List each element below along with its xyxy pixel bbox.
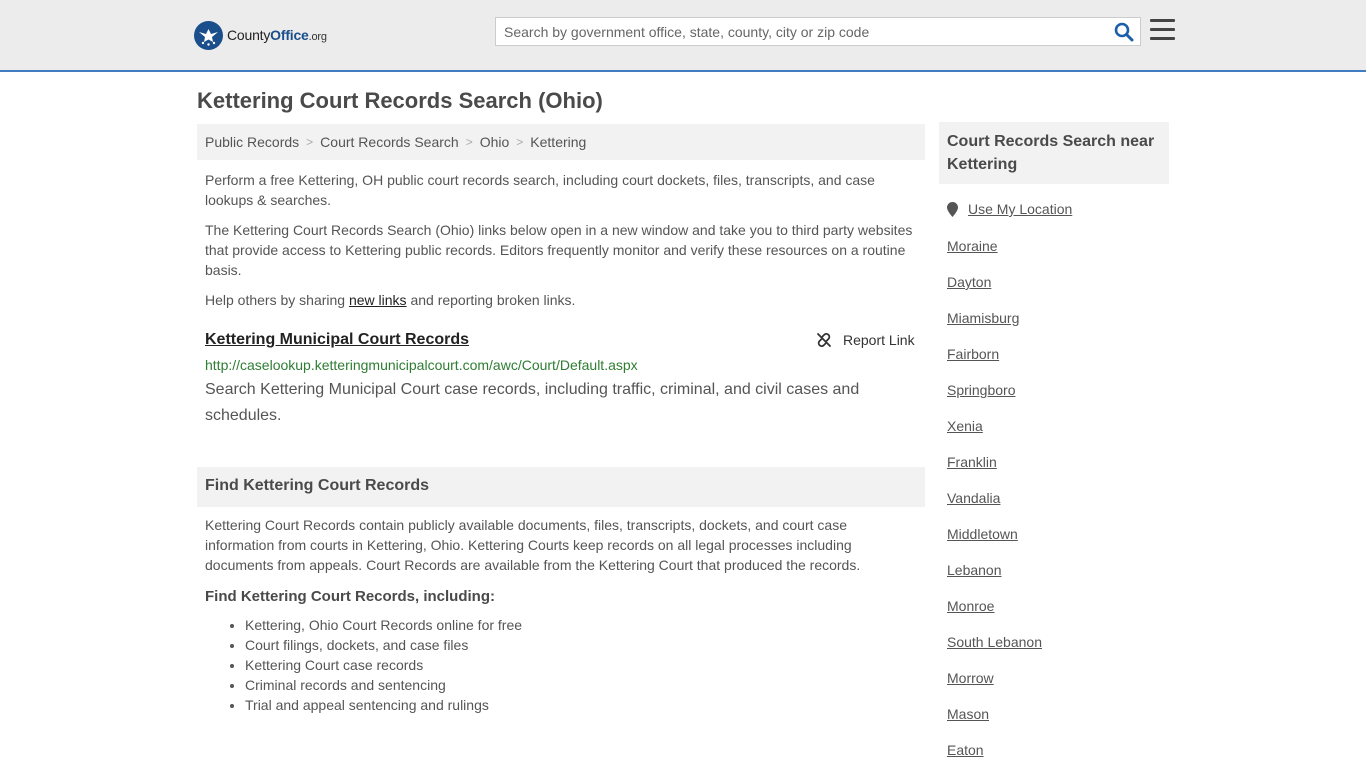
nearby-cities-list: Moraine Dayton Miamisburg Fairborn Sprin…: [947, 236, 1042, 768]
nearby-city-link[interactable]: Mason: [947, 706, 989, 722]
nearby-city-moraine: Moraine: [947, 236, 1042, 272]
report-link-label: Report Link: [843, 332, 915, 348]
nearby-city-morrow: Morrow: [947, 668, 1042, 704]
nearby-city-springboro: Springboro: [947, 380, 1042, 416]
help-text-after: and reporting broken links.: [406, 292, 576, 308]
breadcrumb-separator-icon: >: [306, 135, 314, 149]
search-icon[interactable]: [1114, 22, 1134, 42]
hamburger-menu-icon[interactable]: [1150, 19, 1175, 41]
nearby-city-lebanon: Lebanon: [947, 560, 1042, 596]
eagle-seal-icon: [194, 20, 223, 50]
help-text-before: Help others by sharing: [205, 292, 349, 308]
record-description: Search Kettering Municipal Court case re…: [205, 381, 860, 424]
breadcrumb-public-records[interactable]: Public Records: [205, 134, 299, 150]
breadcrumb-separator-icon: >: [465, 135, 473, 149]
nearby-city-link[interactable]: Lebanon: [947, 562, 1002, 578]
nearby-city-link[interactable]: Miamisburg: [947, 310, 1019, 326]
find-section-heading: Find Kettering Court Records: [197, 467, 925, 507]
logo-wordmark: CountyOffice.org: [227, 27, 327, 43]
report-link-button[interactable]: Report Link: [816, 332, 915, 348]
intro-paragraph-1: Perform a free Kettering, OH public cour…: [205, 172, 875, 208]
nearby-city-link[interactable]: Eaton: [947, 742, 984, 758]
nearby-city-eaton: Eaton: [947, 740, 1042, 768]
list-item: Court filings, dockets, and case files: [245, 635, 522, 655]
nearby-city-mason: Mason: [947, 704, 1042, 740]
logo-tld: .org: [308, 31, 327, 43]
nearby-city-xenia: Xenia: [947, 416, 1042, 452]
page-title: Kettering Court Records Search (Ohio): [197, 88, 603, 113]
list-item: Trial and appeal sentencing and rulings: [245, 695, 522, 715]
map-pin-icon: [947, 201, 958, 217]
nearby-city-dayton: Dayton: [947, 272, 1042, 308]
use-my-location: Use My Location: [947, 201, 1072, 217]
breadcrumb-kettering[interactable]: Kettering: [530, 134, 586, 150]
breadcrumb-court-records-search[interactable]: Court Records Search: [320, 134, 459, 150]
find-section-subheading: Find Kettering Court Records, including:: [205, 588, 495, 605]
nearby-city-vandalia: Vandalia: [947, 488, 1042, 524]
list-item: Kettering, Ohio Court Records online for…: [245, 615, 522, 635]
site-logo[interactable]: CountyOffice.org: [194, 20, 327, 50]
breadcrumb: Public Records > Court Records Search > …: [197, 124, 925, 160]
top-header-bar: CountyOffice.org: [0, 0, 1366, 72]
search-input[interactable]: [496, 18, 1106, 45]
nearby-city-miamisburg: Miamisburg: [947, 308, 1042, 344]
new-links-link[interactable]: new links: [349, 292, 407, 308]
logo-brand-office: Office: [270, 27, 309, 43]
broken-link-icon: [817, 333, 831, 347]
nearby-city-link[interactable]: Vandalia: [947, 490, 1000, 506]
find-section-paragraph: Kettering Court Records contain publicly…: [205, 517, 861, 573]
nearby-city-link[interactable]: Dayton: [947, 274, 991, 290]
nearby-city-link[interactable]: Monroe: [947, 598, 994, 614]
list-item: Kettering Court case records: [245, 655, 522, 675]
find-records-list: Kettering, Ohio Court Records online for…: [245, 615, 522, 715]
record-title-link[interactable]: Kettering Municipal Court Records: [205, 331, 469, 349]
record-url: http://caselookup.ketteringmunicipalcour…: [205, 357, 638, 373]
nearby-city-link[interactable]: South Lebanon: [947, 634, 1042, 650]
nearby-city-link[interactable]: Middletown: [947, 526, 1018, 542]
nearby-city-link[interactable]: Springboro: [947, 382, 1016, 398]
search-box: [495, 17, 1141, 46]
nearby-city-link[interactable]: Xenia: [947, 418, 983, 434]
intro-paragraph-2: The Kettering Court Records Search (Ohio…: [205, 222, 913, 278]
nearby-city-link[interactable]: Fairborn: [947, 346, 999, 362]
logo-brand-county: County: [227, 27, 271, 43]
nearby-city-link[interactable]: Franklin: [947, 454, 997, 470]
use-my-location-link[interactable]: Use My Location: [968, 201, 1072, 217]
nearby-city-link[interactable]: Morrow: [947, 670, 994, 686]
list-item: Criminal records and sentencing: [245, 675, 522, 695]
nearby-city-middletown: Middletown: [947, 524, 1042, 560]
breadcrumb-separator-icon: >: [516, 135, 524, 149]
nearby-city-monroe: Monroe: [947, 596, 1042, 632]
nearby-city-link[interactable]: Moraine: [947, 238, 998, 254]
nearby-city-fairborn: Fairborn: [947, 344, 1042, 380]
sidebar-heading: Court Records Search near Kettering: [939, 122, 1169, 184]
intro-paragraph-3: Help others by sharing new links and rep…: [205, 290, 917, 310]
nearby-city-south-lebanon: South Lebanon: [947, 632, 1042, 668]
breadcrumb-ohio[interactable]: Ohio: [480, 134, 510, 150]
nearby-city-franklin: Franklin: [947, 452, 1042, 488]
